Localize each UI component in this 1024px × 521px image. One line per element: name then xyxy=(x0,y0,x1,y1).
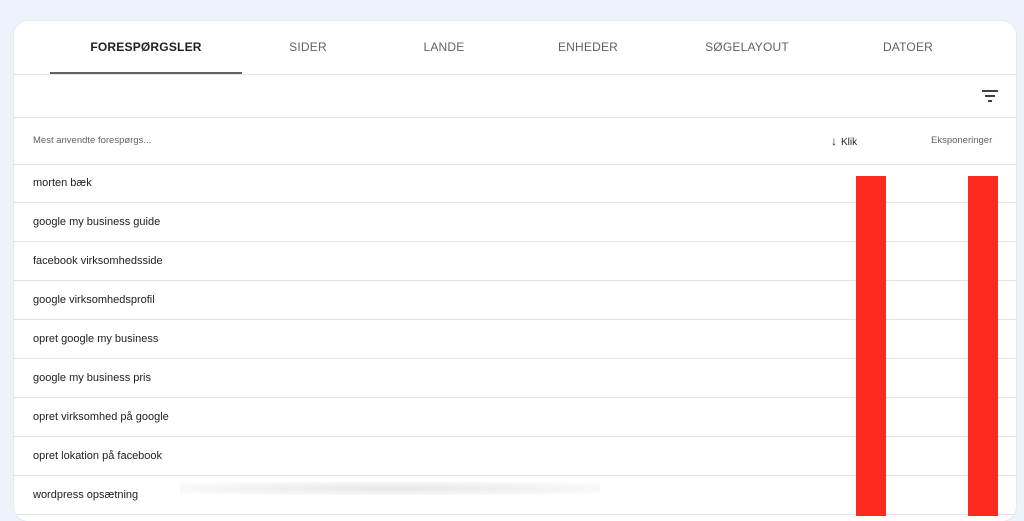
query-cell: google virksomhedsprofil xyxy=(33,294,155,306)
column-header-impressions[interactable]: Eksponeringer xyxy=(931,135,992,146)
query-cell: opret lokation på facebook xyxy=(33,450,163,462)
query-cell: google my business guide xyxy=(33,216,161,228)
performance-card: FORESPØRGSLER SIDER LANDE ENHEDER SØGELA… xyxy=(14,21,1016,521)
query-cell: opret google my business xyxy=(33,333,159,345)
active-tab-indicator xyxy=(50,72,242,74)
tab-bar: FORESPØRGSLER SIDER LANDE ENHEDER SØGELA… xyxy=(14,21,1016,75)
column-header-clicks-label: Klik xyxy=(841,137,858,148)
table-header: Mest anvendte forespørgs... ↓ Klik Ekspon… xyxy=(14,118,1016,165)
table-toolbar xyxy=(14,75,1016,118)
arrow-down-icon: ↓ xyxy=(831,134,837,148)
scroll-shadow xyxy=(180,482,600,495)
impressions-redaction-bar xyxy=(968,176,998,516)
query-cell: facebook virksomhedsside xyxy=(33,255,163,267)
tab-devices[interactable]: ENHEDER xyxy=(532,21,644,74)
filter-list-icon[interactable] xyxy=(980,86,1000,106)
query-cell: google my business pris xyxy=(33,372,152,384)
clicks-redaction-bar xyxy=(856,176,886,516)
tab-pages[interactable]: SIDER xyxy=(260,21,356,74)
tab-search-appearance[interactable]: SØGELAYOUT xyxy=(682,21,812,74)
query-cell: morten bæk xyxy=(33,177,92,189)
query-cell: wordpress opsætning xyxy=(33,489,139,501)
column-header-queries[interactable]: Mest anvendte forespørgs... xyxy=(33,135,151,146)
query-cell: opret virksomhed på google xyxy=(33,411,169,423)
tab-dates[interactable]: DATOER xyxy=(860,21,956,74)
column-header-clicks[interactable]: ↓ Klik xyxy=(831,134,857,148)
tab-countries[interactable]: LANDE xyxy=(396,21,492,74)
tab-queries[interactable]: FORESPØRGSLER xyxy=(50,21,242,74)
